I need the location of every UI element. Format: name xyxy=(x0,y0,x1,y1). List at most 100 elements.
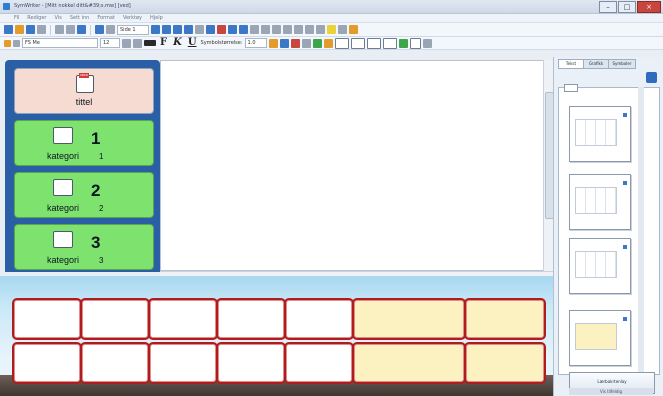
align-center-icon[interactable] xyxy=(173,25,182,34)
grid-cell[interactable] xyxy=(464,298,546,340)
italic-icon[interactable]: K xyxy=(171,38,184,48)
tab-symbols[interactable]: Symboler xyxy=(608,59,636,69)
toolbar-separator xyxy=(90,24,91,35)
template-control-icon[interactable] xyxy=(623,181,627,185)
template-thumbnail[interactable] xyxy=(569,310,631,366)
menu-item-edit[interactable]: Rediger xyxy=(27,15,46,21)
split-icon[interactable] xyxy=(294,25,303,34)
menu-item-view[interactable]: Vis xyxy=(55,15,62,21)
symbol-size-select[interactable]: 1.0 xyxy=(244,38,267,48)
grid-cell[interactable] xyxy=(148,342,218,384)
list-icon[interactable] xyxy=(195,25,204,34)
speak-icon[interactable] xyxy=(312,38,322,48)
text-only-icon[interactable] xyxy=(279,38,289,48)
tab-text[interactable]: Tekst xyxy=(558,59,584,69)
columns-view-icon[interactable] xyxy=(409,37,421,49)
grid-cell[interactable] xyxy=(80,298,150,340)
picture-icon[interactable] xyxy=(217,25,226,34)
frame-icon[interactable] xyxy=(228,25,237,34)
grid-tools-icon[interactable] xyxy=(261,25,270,34)
menu-item-tools[interactable]: Verktøy xyxy=(123,15,142,21)
template-thumbnail[interactable] xyxy=(569,106,631,162)
grid-cell[interactable] xyxy=(12,342,82,384)
cell-icon[interactable] xyxy=(272,25,281,34)
table-icon[interactable] xyxy=(206,25,215,34)
merge-icon[interactable] xyxy=(283,25,292,34)
save-icon[interactable] xyxy=(26,25,35,34)
template-control-icon[interactable] xyxy=(623,113,627,117)
align-right-icon[interactable] xyxy=(184,25,193,34)
grid-cell[interactable] xyxy=(80,342,150,384)
line-icon[interactable] xyxy=(334,37,349,49)
template-list-scrollbar[interactable] xyxy=(638,87,644,373)
pencil-icon[interactable] xyxy=(4,39,11,47)
copy-icon[interactable] xyxy=(66,25,75,34)
symbol-set-icon[interactable] xyxy=(301,38,311,48)
redo-icon[interactable] xyxy=(106,25,115,34)
random-button[interactable]: Vis tilfeldig xyxy=(569,388,653,395)
spell-icon[interactable] xyxy=(323,38,333,48)
category-card-3[interactable]: 3 kategori 3 xyxy=(14,224,154,270)
grid-icon[interactable] xyxy=(239,25,248,34)
more-icon[interactable] xyxy=(422,38,432,48)
document-area[interactable] xyxy=(160,60,553,271)
border-icon[interactable] xyxy=(250,25,259,34)
template-control-icon[interactable] xyxy=(623,245,627,249)
menu-item-file[interactable]: Fil xyxy=(14,15,19,21)
minimize-icon[interactable]: – xyxy=(599,1,617,13)
app-icon[interactable] xyxy=(3,3,10,10)
category-card-1[interactable]: 1 kategori 1 xyxy=(14,120,154,166)
template-thumbnail[interactable] xyxy=(569,238,631,294)
grid-cell[interactable] xyxy=(352,342,466,384)
cut-icon[interactable] xyxy=(55,25,64,34)
open-icon[interactable] xyxy=(15,25,24,34)
tab-graphics[interactable]: Grafikk xyxy=(583,59,609,69)
font-name-select[interactable]: FS Me xyxy=(22,38,98,48)
align-left-icon[interactable] xyxy=(162,25,171,34)
shrink-font-icon[interactable] xyxy=(133,38,142,48)
page-icon[interactable] xyxy=(151,25,160,34)
highlight-icon[interactable] xyxy=(327,25,336,34)
close-icon[interactable]: × xyxy=(637,1,661,13)
template-thumbnail[interactable] xyxy=(569,174,631,230)
font-color-icon[interactable] xyxy=(144,40,156,46)
grid-cell[interactable] xyxy=(148,298,218,340)
paste-icon[interactable] xyxy=(77,25,86,34)
menu-item-help[interactable]: Hjelp xyxy=(150,15,163,21)
rows-icon[interactable] xyxy=(316,25,325,34)
columns-icon[interactable] xyxy=(305,25,314,34)
template-list[interactable] xyxy=(558,87,660,375)
category-card-2[interactable]: 2 kategori 2 xyxy=(14,172,154,218)
print-icon[interactable] xyxy=(37,25,46,34)
grid-cell[interactable] xyxy=(464,342,546,384)
panel-tool-icon[interactable] xyxy=(646,72,657,83)
grid-cell[interactable] xyxy=(284,342,354,384)
speech-icon[interactable] xyxy=(338,25,347,34)
new-icon[interactable] xyxy=(4,25,13,34)
document-vertical-scrollbar[interactable] xyxy=(543,60,554,271)
font-size-select[interactable]: 12 xyxy=(100,38,120,48)
play-icon[interactable] xyxy=(398,38,408,48)
underline-icon[interactable]: U xyxy=(186,38,199,48)
grid-cell[interactable] xyxy=(352,298,466,340)
grid-cell[interactable] xyxy=(216,342,286,384)
title-card[interactable]: ABCD tittel xyxy=(14,68,154,114)
eraser-icon[interactable] xyxy=(13,39,20,47)
symbol-icon[interactable] xyxy=(268,38,278,48)
grow-font-icon[interactable] xyxy=(122,38,131,48)
menu-item-insert[interactable]: Sett inn xyxy=(70,15,90,21)
maximize-icon[interactable]: □ xyxy=(618,1,636,13)
undo-icon[interactable] xyxy=(95,25,104,34)
zoom-select[interactable]: Side 1 xyxy=(117,24,149,35)
bold-icon[interactable]: F xyxy=(158,38,169,48)
picture-toggle-icon[interactable] xyxy=(290,38,300,48)
template-control-icon[interactable] xyxy=(623,317,627,321)
sentence-icon[interactable] xyxy=(366,37,381,49)
grid-cell[interactable] xyxy=(12,298,82,340)
word-icon[interactable] xyxy=(350,37,365,49)
settings-icon[interactable] xyxy=(349,25,358,34)
menu-item-format[interactable]: Format xyxy=(97,15,115,21)
paragraph-icon[interactable] xyxy=(382,37,397,49)
grid-cell[interactable] xyxy=(284,298,354,340)
grid-cell[interactable] xyxy=(216,298,286,340)
